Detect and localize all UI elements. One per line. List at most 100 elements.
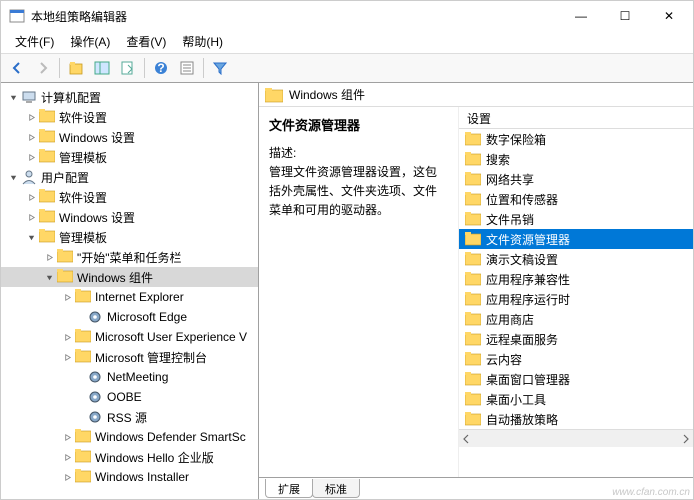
list-item[interactable]: 桌面窗口管理器 — [459, 369, 693, 389]
maximize-button[interactable]: ☐ — [603, 2, 647, 30]
settings-list[interactable]: 设置 数字保险箱搜索网络共享位置和传感器文件吊销文件资源管理器演示文稿设置应用程… — [459, 107, 693, 477]
tree-node[interactable]: RSS 源 — [1, 407, 258, 427]
minimize-button[interactable]: — — [559, 2, 603, 30]
tab-standard[interactable]: 标准 — [312, 479, 360, 498]
list-item[interactable]: 应用程序兼容性 — [459, 269, 693, 289]
tree-node[interactable]: 软件设置 — [1, 187, 258, 207]
menu-action[interactable]: 操作(A) — [62, 31, 118, 53]
tree-arrow-none — [73, 391, 85, 403]
list-item[interactable]: 数字保险箱 — [459, 129, 693, 149]
folder-icon — [75, 469, 91, 485]
tree-node[interactable]: 管理模板 — [1, 147, 258, 167]
list-item[interactable]: 文件资源管理器 — [459, 229, 693, 249]
list-item[interactable]: 应用商店 — [459, 309, 693, 329]
selected-item-title: 文件资源管理器 — [269, 115, 448, 134]
expand-icon[interactable] — [25, 111, 37, 123]
tree-node[interactable]: Internet Explorer — [1, 287, 258, 307]
list-item[interactable]: 桌面小工具 — [459, 389, 693, 409]
expand-icon[interactable] — [61, 451, 73, 463]
filter-button[interactable] — [208, 56, 232, 80]
list-item[interactable]: 自动播放策略 — [459, 409, 693, 429]
folder-icon — [39, 209, 55, 225]
list-item[interactable]: 应用程序运行时 — [459, 289, 693, 309]
list-item-label: 应用商店 — [486, 311, 534, 328]
tree-node[interactable]: Windows Hello 企业版 — [1, 447, 258, 467]
tree-node[interactable]: 管理模板 — [1, 227, 258, 247]
collapse-icon[interactable] — [7, 171, 19, 183]
tree-node-label: NetMeeting — [107, 370, 168, 384]
back-button[interactable] — [5, 56, 29, 80]
up-button[interactable] — [64, 56, 88, 80]
list-item-label: 数字保险箱 — [486, 131, 546, 148]
folder-icon — [75, 349, 91, 365]
list-item[interactable]: 网络共享 — [459, 169, 693, 189]
tree-node[interactable]: 软件设置 — [1, 107, 258, 127]
export-button[interactable] — [116, 56, 140, 80]
folder-icon — [75, 289, 91, 305]
expand-icon[interactable] — [61, 431, 73, 443]
expand-icon[interactable] — [61, 471, 73, 483]
menu-view[interactable]: 查看(V) — [118, 31, 174, 53]
folder-icon — [39, 109, 55, 125]
folder-icon — [87, 369, 103, 385]
expand-icon[interactable] — [61, 351, 73, 363]
scroll-right-icon[interactable] — [681, 434, 691, 444]
tree-node-label: Windows Installer — [95, 470, 189, 484]
help-button[interactable]: ? — [149, 56, 173, 80]
tree-node[interactable]: Windows 设置 — [1, 207, 258, 227]
list-item[interactable]: 位置和传感器 — [459, 189, 693, 209]
list-item-label: 文件吊销 — [486, 211, 534, 228]
collapse-icon[interactable] — [7, 91, 19, 103]
scroll-left-icon[interactable] — [461, 434, 471, 444]
tree-node[interactable]: Windows 组件 — [1, 267, 258, 287]
folder-icon — [57, 249, 73, 265]
folder-icon — [87, 409, 103, 425]
tree-node[interactable]: NetMeeting — [1, 367, 258, 387]
tree-node[interactable]: OOBE — [1, 387, 258, 407]
expand-icon[interactable] — [25, 151, 37, 163]
list-item-label: 网络共享 — [486, 171, 534, 188]
tree-node[interactable]: Windows Installer — [1, 467, 258, 487]
folder-icon — [465, 372, 481, 386]
tree-node[interactable]: 计算机配置 — [1, 87, 258, 107]
list-item[interactable]: 演示文稿设置 — [459, 249, 693, 269]
tree-pane[interactable]: 计算机配置软件设置Windows 设置管理模板用户配置软件设置Windows 设… — [1, 83, 259, 499]
tree-node[interactable]: Microsoft 管理控制台 — [1, 347, 258, 367]
folder-icon — [465, 352, 481, 366]
menu-file[interactable]: 文件(F) — [7, 31, 62, 53]
list-item[interactable]: 文件吊销 — [459, 209, 693, 229]
description-label: 描述: — [269, 144, 448, 161]
tree-node[interactable]: Microsoft User Experience V — [1, 327, 258, 347]
tree-node[interactable]: Microsoft Edge — [1, 307, 258, 327]
properties-button[interactable] — [175, 56, 199, 80]
tree-node-label: RSS 源 — [107, 409, 147, 426]
collapse-icon[interactable] — [25, 231, 37, 243]
horizontal-scrollbar[interactable] — [459, 429, 693, 447]
close-button[interactable]: ✕ — [647, 2, 691, 30]
expand-icon[interactable] — [25, 131, 37, 143]
tree-node[interactable]: "开始"菜单和任务栏 — [1, 247, 258, 267]
menu-help[interactable]: 帮助(H) — [174, 31, 231, 53]
list-item[interactable]: 远程桌面服务 — [459, 329, 693, 349]
list-item-label: 远程桌面服务 — [486, 331, 558, 348]
tab-extended[interactable]: 扩展 — [265, 479, 313, 498]
list-item[interactable]: 搜索 — [459, 149, 693, 169]
tree-node-label: OOBE — [107, 390, 142, 404]
collapse-icon[interactable] — [43, 271, 55, 283]
expand-icon[interactable] — [25, 211, 37, 223]
tree-node-label: Microsoft Edge — [107, 310, 187, 324]
list-item[interactable]: 云内容 — [459, 349, 693, 369]
tree-node[interactable]: 用户配置 — [1, 167, 258, 187]
expand-icon[interactable] — [61, 291, 73, 303]
show-hide-tree-button[interactable] — [90, 56, 114, 80]
expand-icon[interactable] — [61, 331, 73, 343]
tree-node[interactable]: Windows 设置 — [1, 127, 258, 147]
tree-node[interactable]: Windows Defender SmartSc — [1, 427, 258, 447]
folder-icon — [465, 172, 481, 186]
folder-icon — [87, 389, 103, 405]
expand-icon[interactable] — [43, 251, 55, 263]
list-column-header[interactable]: 设置 — [459, 107, 693, 129]
tree-node-label: Windows 组件 — [77, 269, 153, 286]
forward-button[interactable] — [31, 56, 55, 80]
expand-icon[interactable] — [25, 191, 37, 203]
